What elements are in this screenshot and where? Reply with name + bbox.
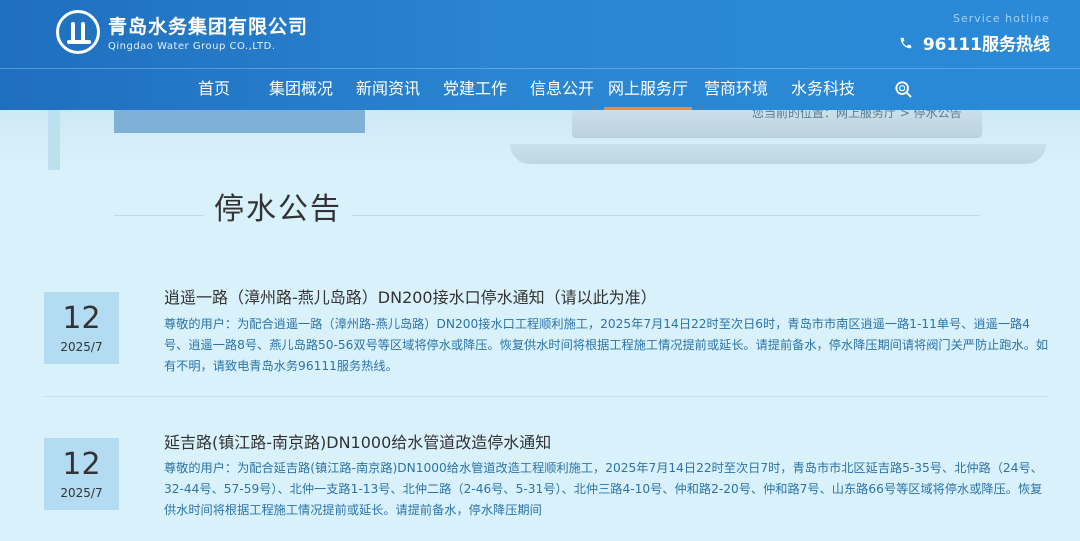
logo[interactable]: 青岛水务集团有限公司 Qingdao Water Group CO.,LTD. bbox=[56, 10, 308, 54]
nav-item-news[interactable]: 新闻资讯 bbox=[354, 69, 422, 110]
notice-title[interactable]: 延吉路(镇江路-南京路)DN1000给水管道改造停水通知 bbox=[164, 429, 551, 453]
nav-item-online-service[interactable]: 网上服务厅 bbox=[604, 69, 692, 110]
hotline-label: Service hotline bbox=[952, 12, 1050, 25]
logo-name-en: Qingdao Water Group CO.,LTD. bbox=[108, 41, 276, 52]
logo-mark-icon bbox=[56, 10, 100, 54]
notice-summary: 尊敬的用户：为配合逍遥一路（漳州路-燕儿岛路）DN200接水口工程顺利施工，20… bbox=[164, 317, 1049, 373]
page-title: 停水公告 bbox=[214, 192, 342, 227]
nav-item-info-disclosure[interactable]: 信息公开 bbox=[528, 69, 596, 110]
main-nav: 首页 集团概况 新闻资讯 党建工作 信息公开 网上服务厅 营商环境 水务科技 bbox=[0, 69, 1080, 110]
title-rule-left bbox=[114, 215, 204, 216]
nav-item-business-environment[interactable]: 营商环境 bbox=[702, 69, 770, 110]
title-rule-right bbox=[352, 215, 980, 216]
date-box: 12 2025/7 bbox=[44, 292, 119, 364]
nav-item-group-overview[interactable]: 集团概况 bbox=[267, 69, 335, 110]
date-day: 12 bbox=[62, 301, 101, 336]
date-year-month: 2025/7 bbox=[60, 486, 103, 500]
logo-text: 青岛水务集团有限公司 Qingdao Water Group CO.,LTD. bbox=[108, 12, 308, 52]
page-banner: 您当前的位置：网上服务厅 > 停水公告 bbox=[0, 110, 1080, 170]
nav-item-water-tech[interactable]: 水务科技 bbox=[789, 69, 857, 110]
laptop-base-illustration bbox=[510, 144, 1046, 164]
banner-block bbox=[114, 110, 365, 133]
phone-icon bbox=[900, 37, 912, 48]
site-header: 青岛水务集团有限公司 Qingdao Water Group CO.,LTD. … bbox=[0, 0, 1080, 110]
nav-item-home[interactable]: 首页 bbox=[188, 69, 240, 110]
date-day: 12 bbox=[62, 447, 101, 482]
breadcrumb: 您当前的位置：网上服务厅 > 停水公告 bbox=[752, 110, 962, 120]
logo-name-cn: 青岛水务集团有限公司 bbox=[108, 16, 309, 38]
notice-divider bbox=[44, 396, 1049, 397]
hotline-number: 96111服务热线 bbox=[922, 35, 1050, 55]
banner-decoration bbox=[48, 110, 60, 170]
hotline-number-row: 96111服务热线 bbox=[899, 30, 1050, 55]
date-box: 12 2025/7 bbox=[44, 438, 119, 510]
nav-item-party-building[interactable]: 党建工作 bbox=[441, 69, 509, 110]
notice-title[interactable]: 逍遥一路（漳州路-燕儿岛路）DN200接水口停水通知（请以此为准） bbox=[164, 284, 657, 308]
search-icon[interactable] bbox=[893, 79, 913, 99]
notice-summary: 尊敬的用户：为配合延吉路(镇江路-南京路)DN1000给水管道改造工程顺利施工，… bbox=[164, 461, 1043, 517]
hotline: Service hotline 96111服务热线 bbox=[899, 12, 1050, 55]
date-year-month: 2025/7 bbox=[60, 340, 103, 354]
